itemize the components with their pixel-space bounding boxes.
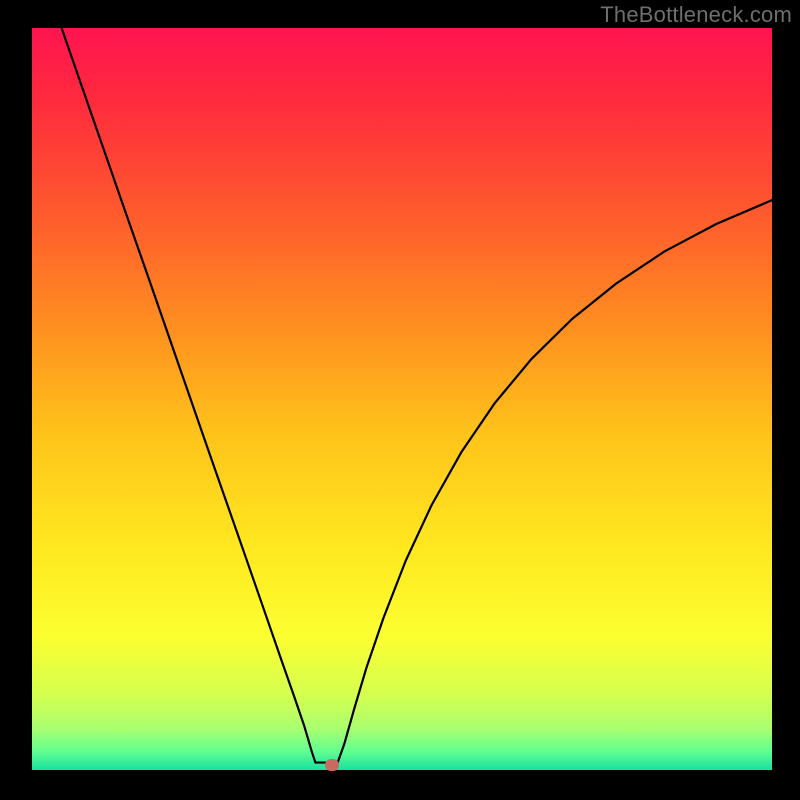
chart-frame: TheBottleneck.com [0, 0, 800, 800]
watermark-text: TheBottleneck.com [600, 2, 792, 28]
bottleneck-curve [62, 28, 772, 763]
curve-layer [0, 0, 800, 800]
bottleneck-marker [325, 759, 339, 771]
